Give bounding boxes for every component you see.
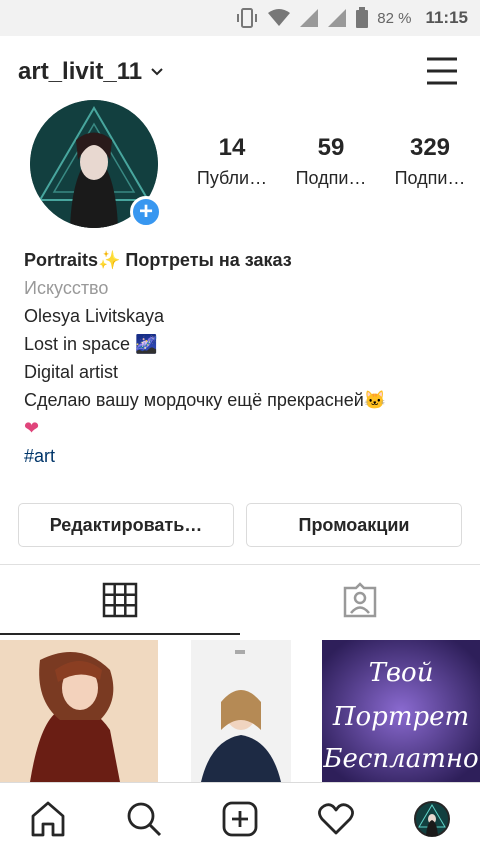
clock: 11:15	[425, 8, 468, 27]
stat-label: Публи…	[196, 168, 268, 188]
chevron-down-icon	[151, 68, 163, 76]
post-thumbnail[interactable]	[161, 640, 319, 782]
profile-category: Искусство	[24, 278, 109, 298]
nav-search[interactable]	[114, 789, 174, 849]
posts-count[interactable]: 14 Публи…	[186, 134, 278, 189]
promotions-button[interactable]: Промоакции	[246, 503, 462, 547]
add-post-icon	[222, 801, 258, 837]
wifi-icon	[268, 9, 291, 26]
tagged-user-icon	[343, 582, 377, 618]
post-thumbnail[interactable]	[0, 640, 158, 782]
add-story-button[interactable]: +	[130, 196, 162, 228]
stat-value: 14	[218, 134, 246, 161]
profile-avatar-icon	[414, 801, 450, 837]
nav-home[interactable]	[18, 789, 78, 849]
bottom-nav	[0, 782, 480, 855]
edit-profile-button[interactable]: Редактировать…	[18, 503, 234, 547]
tab-grid[interactable]	[0, 565, 240, 635]
profile-name: Portraits✨ Портреты на заказ	[24, 250, 292, 270]
following-count[interactable]: 329 Подпи…	[384, 134, 476, 189]
signal-2-icon	[328, 9, 347, 27]
nav-new-post[interactable]	[210, 789, 270, 849]
bio-line: Olesya Livitskaya	[24, 306, 165, 326]
battery-icon	[356, 7, 369, 28]
profile-header: art_livit_11	[0, 36, 480, 108]
bio-line: Lost in space 🌌	[24, 334, 158, 354]
username: art_livit_11	[18, 58, 143, 85]
profile-avatar[interactable]: +	[30, 100, 162, 230]
bio-line: ❤	[24, 418, 40, 438]
stat-value: 59	[317, 134, 345, 161]
profile-bio: Portraits✨ Портреты на заказ Искусство O…	[24, 246, 464, 470]
heart-icon	[318, 803, 354, 835]
promo-line: Портрет	[332, 702, 470, 732]
tab-tagged[interactable]	[240, 565, 480, 635]
nav-profile[interactable]	[402, 789, 462, 849]
nav-activity[interactable]	[306, 789, 366, 849]
followers-count[interactable]: 59 Подпи…	[285, 134, 377, 189]
bio-line: Digital artist	[24, 362, 119, 382]
post-thumbnail[interactable]: Твой Портрет Бесплатно	[322, 640, 480, 782]
profile-stats: 14 Публи… 59 Подпи… 329 Подпи…	[186, 134, 476, 189]
vibrate-icon	[237, 8, 258, 28]
promo-line: Твой	[368, 658, 434, 688]
home-icon	[31, 801, 65, 837]
stat-label: Подпи…	[394, 168, 466, 188]
hashtag-link[interactable]: #art	[24, 442, 464, 470]
account-switcher[interactable]: art_livit_11	[18, 58, 164, 86]
signal-icon	[300, 9, 319, 27]
profile-tabs	[0, 565, 480, 635]
promo-line: Бесплатно	[323, 744, 479, 774]
stat-label: Подпи…	[295, 168, 367, 188]
posts-grid: Твой Портрет Бесплатно	[0, 640, 480, 782]
battery-percent: 82 %	[377, 9, 412, 27]
status-bar: 82 % 11:15	[0, 0, 480, 36]
grid-icon	[102, 582, 138, 618]
menu-icon[interactable]	[426, 56, 458, 86]
bio-line: Сделаю вашу мордочку ещё прекрасней🐱	[24, 390, 387, 410]
stat-value: 329	[409, 134, 451, 161]
search-icon	[127, 802, 162, 837]
profile-actions: Редактировать… Промоакции	[18, 503, 462, 547]
